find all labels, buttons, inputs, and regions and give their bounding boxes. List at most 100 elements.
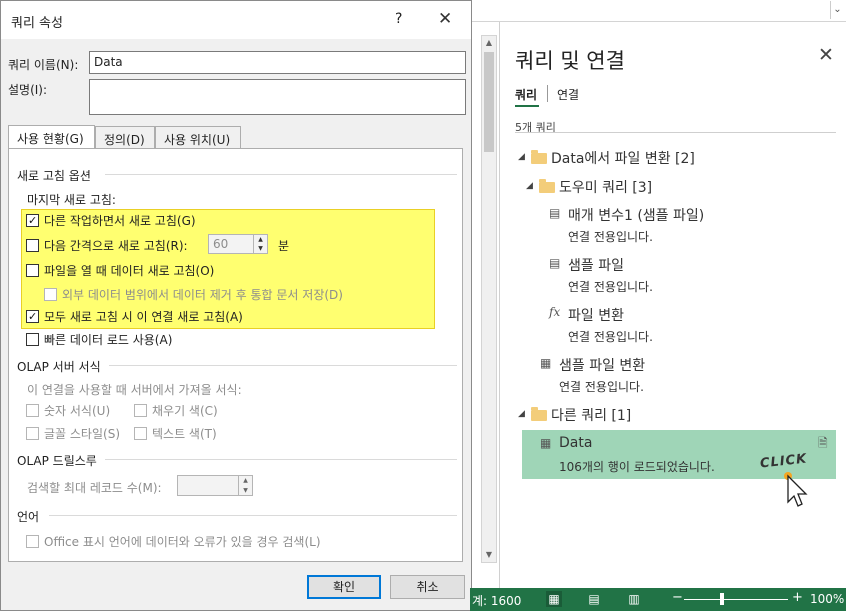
query-data[interactable]: Data [559,435,592,451]
collapse-triangle-icon[interactable]: ◢ [518,409,525,419]
divider [105,459,457,460]
query-sample-file[interactable]: 샘플 파일 [568,255,624,275]
font-style-label: 글꼴 스타일(S) [44,427,120,441]
query-name-input[interactable]: Data [89,51,466,74]
function-icon: fx [549,305,561,319]
collapse-triangle-icon[interactable]: ◢ [526,181,533,191]
dialog-title-bar: 쿼리 속성 ? ✕ [1,1,471,39]
olap-format-desc: 이 연결을 사용할 때 서버에서 가져올 서식: [27,383,242,397]
query-name-label: 쿼리 이름(N): [8,58,79,72]
tab-used-in[interactable]: 사용 위치(U) [155,126,241,149]
query-parameter1[interactable]: 매개 변수1 (샘플 파일) [568,205,704,225]
zoom-slider[interactable] [684,599,788,600]
page-break-view-icon[interactable]: ▥ [626,591,642,607]
pane-close-button[interactable]: ✕ [818,44,834,66]
interval-value: 60 [213,237,229,251]
page-layout-icon[interactable]: ▤ [586,591,602,607]
group-data-transform[interactable]: Data에서 파일 변환 [2] [551,148,695,168]
ok-button[interactable]: 확인 [307,575,381,599]
query-properties-dialog: 쿼리 속성 ? ✕ 쿼리 이름(N): Data 설명(I): 사용 현황(G)… [0,0,472,611]
active-tab-indicator [515,105,539,107]
number-format-checkbox[interactable] [26,404,39,417]
scrollbar-thumb[interactable] [484,52,494,152]
tab-usage[interactable]: 사용 현황(G) [8,125,95,150]
olap-format-heading: OLAP 서버 서식 [17,360,101,374]
query-sample-file-status: 연결 전용입니다. [568,280,653,294]
remove-data-checkbox[interactable] [44,288,57,301]
zoom-out-button[interactable]: − [672,590,683,605]
refresh-on-open-checkbox[interactable] [26,264,39,277]
background-refresh-checkbox[interactable] [26,214,39,227]
zoom-level[interactable]: 100% [810,592,844,606]
mouse-cursor-icon [784,472,808,507]
tab-connections[interactable]: 연결 [557,86,579,103]
parameter-icon: ▤ [549,206,561,220]
refresh-all-checkbox[interactable] [26,310,39,323]
refresh-all-option[interactable]: 모두 새로 고침 시 이 연결 새로 고침(A) [26,308,243,325]
formula-bar-area: ⌄ [470,0,846,22]
group-other-queries[interactable]: 다른 쿼리 [1] [551,405,631,425]
fast-load-checkbox[interactable] [26,333,39,346]
table-icon: ▦ [540,436,552,450]
zoom-slider-knob[interactable] [720,593,724,605]
language-heading: 언어 [17,510,40,524]
interval-spinner[interactable]: 60 ▲ ▼ [208,234,268,254]
max-records-spinner[interactable]: ▲ ▼ [177,475,253,496]
group-helper-queries[interactable]: 도우미 쿼리 [3] [559,177,652,197]
last-refresh-label: 마지막 새로 고침: [27,193,116,207]
tab-queries[interactable]: 쿼리 [515,86,537,103]
help-button[interactable]: ? [395,11,402,27]
refresh-options-heading: 새로 고침 옵션 [17,169,91,183]
number-format-label: 숫자 서식(U) [44,404,111,418]
query-data-status: 106개의 행이 로드되었습니다. [559,460,715,474]
text-color-checkbox[interactable] [134,427,147,440]
expand-formula-bar-button[interactable]: ⌄ [830,1,844,19]
tab-definition[interactable]: 정의(D) [95,126,155,149]
status-count: 계: 1600 [472,594,522,608]
language-checkbox[interactable] [26,535,39,548]
description-input[interactable] [89,79,466,115]
fill-color-checkbox[interactable] [134,404,147,417]
font-style-option[interactable]: 글꼴 스타일(S) [26,425,120,442]
language-option[interactable]: Office 표시 언어에 데이터와 오류가 있을 경우 검색(L) [26,533,321,550]
normal-view-icon[interactable]: ▦ [546,591,562,607]
tab-separator [547,85,548,102]
font-style-checkbox[interactable] [26,427,39,440]
interval-refresh-checkbox[interactable] [26,239,39,252]
query-transform-file[interactable]: 파일 변환 [568,305,624,325]
refresh-on-open-option[interactable]: 파일을 열 때 데이터 새로 고침(O) [26,262,214,279]
dialog-close-button[interactable]: ✕ [438,9,452,29]
fast-load-label: 빠른 데이터 로드 사용(A) [44,333,173,347]
background-refresh-option[interactable]: 다른 작업하면서 새로 고침(G) [26,212,196,229]
divider [515,132,836,133]
refresh-all-label: 모두 새로 고침 시 이 연결 새로 고침(A) [44,310,243,324]
number-format-option[interactable]: 숫자 서식(U) [26,402,110,419]
remove-data-label: 외부 데이터 범위에서 데이터 제거 후 통합 문서 저장(D) [62,288,343,302]
olap-drill-heading: OLAP 드릴스루 [17,454,97,468]
folder-icon [531,407,547,421]
table-icon: ▦ [540,356,552,370]
scroll-down-icon[interactable]: ▼ [482,548,496,562]
cancel-button[interactable]: 취소 [390,575,465,599]
interval-refresh-label: 다음 간격으로 새로 고침(R): [44,239,188,253]
query-transform-file-status: 연결 전용입니다. [568,330,653,344]
max-records-label: 검색할 최대 레코드 수(M): [27,481,162,495]
text-color-label: 텍스트 색(T) [152,427,217,441]
query-transform-sample[interactable]: 샘플 파일 변환 [559,355,645,375]
spinner-arrows-icon[interactable]: ▲ ▼ [238,476,252,495]
refresh-document-icon[interactable]: 🗎 [818,434,828,455]
spinner-arrows-icon[interactable]: ▲ ▼ [253,235,267,253]
zoom-in-button[interactable]: + [792,590,803,605]
text-color-option[interactable]: 텍스트 색(T) [134,425,217,442]
vertical-scrollbar[interactable]: ▲ ▼ [481,35,497,563]
interval-refresh-option[interactable]: 다음 간격으로 새로 고침(R): [26,237,188,254]
collapse-triangle-icon[interactable]: ◢ [518,152,525,162]
pane-title: 쿼리 및 연결 [515,49,625,73]
fill-color-label: 채우기 색(C) [152,404,218,418]
fast-load-option[interactable]: 빠른 데이터 로드 사용(A) [26,331,172,348]
query-parameter1-status: 연결 전용입니다. [568,230,653,244]
fill-color-option[interactable]: 채우기 색(C) [134,402,218,419]
scroll-up-icon[interactable]: ▲ [482,36,496,50]
remove-data-option[interactable]: 외부 데이터 범위에서 데이터 제거 후 통합 문서 저장(D) [44,286,343,303]
document-icon: ▤ [549,256,561,270]
